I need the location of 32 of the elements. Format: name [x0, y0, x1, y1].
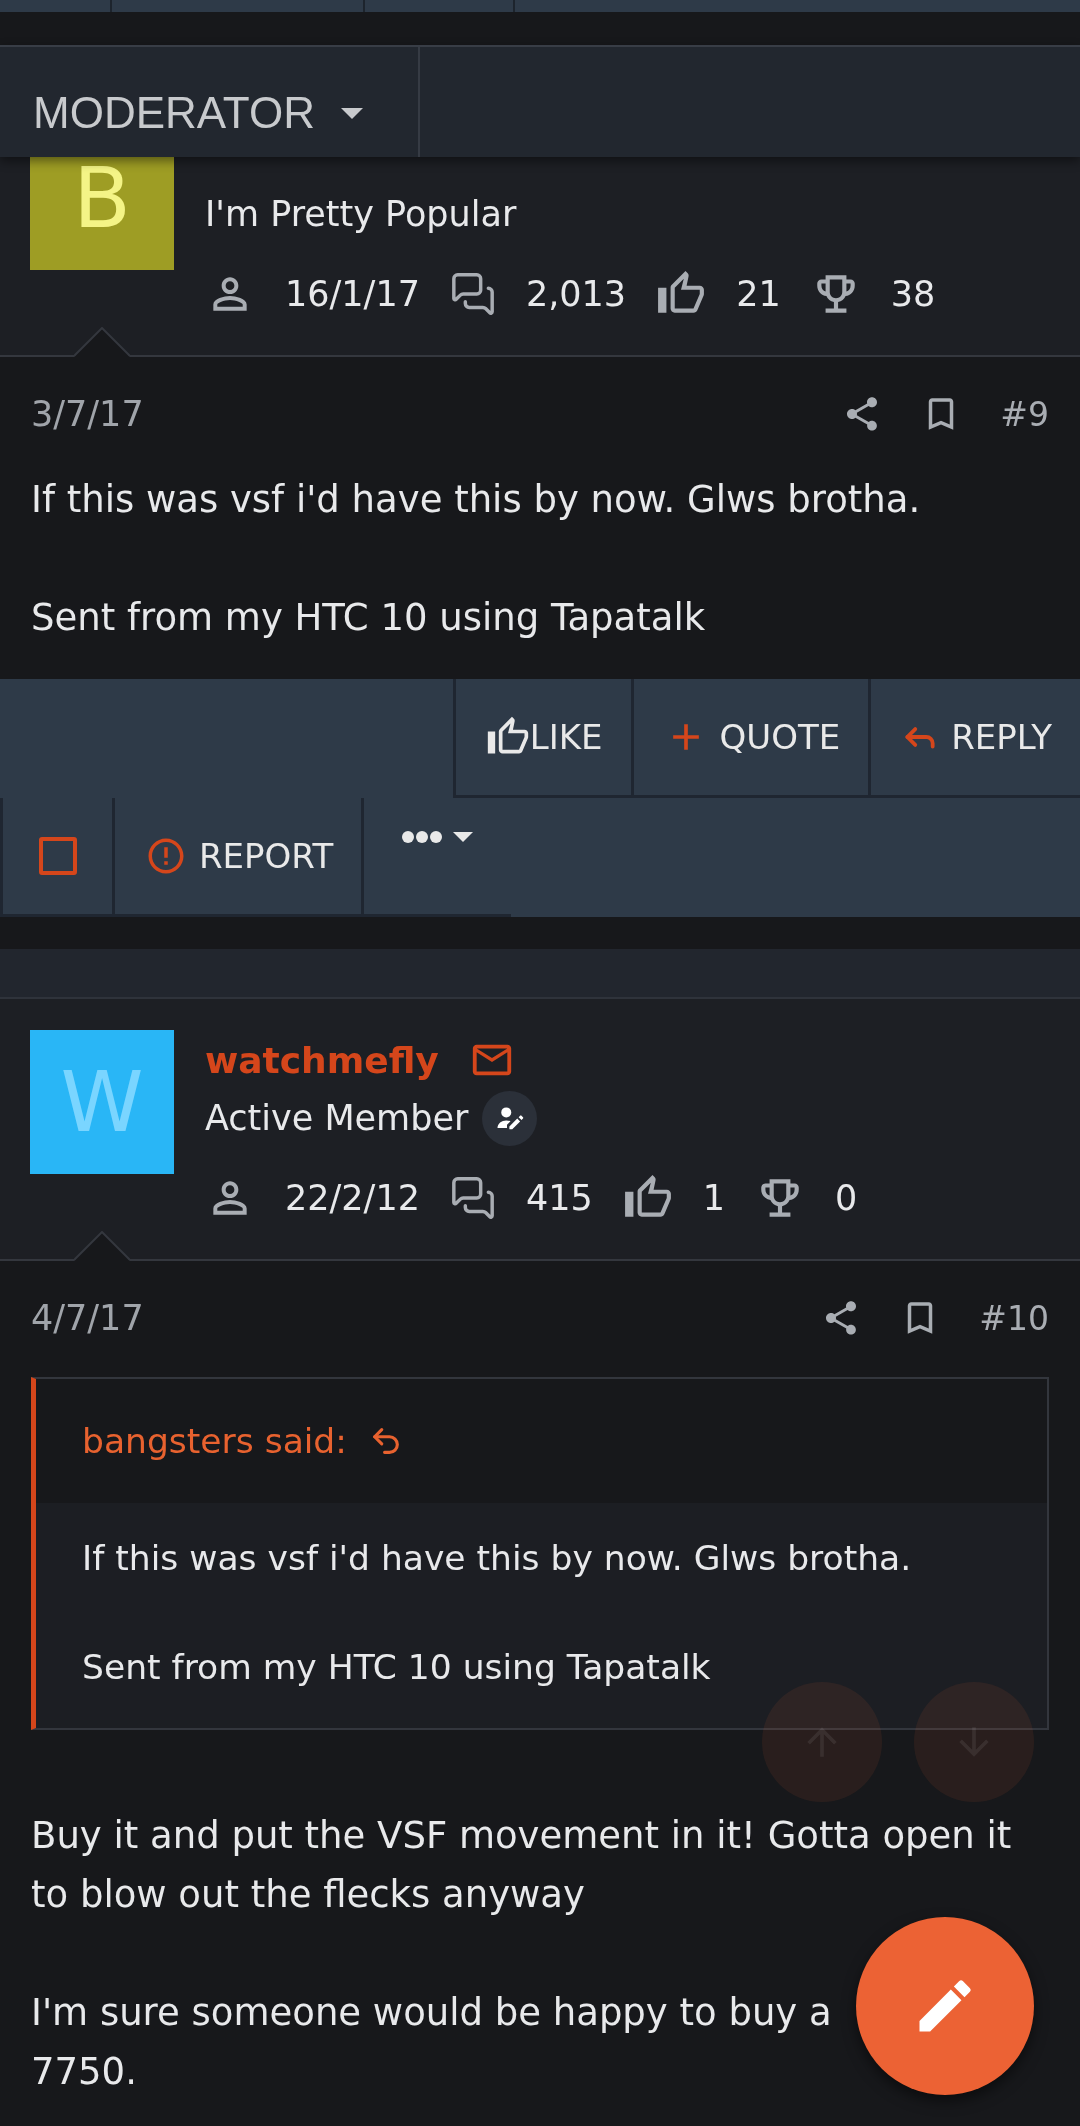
speech-bubbles-icon — [449, 271, 496, 317]
more-icon — [402, 831, 443, 843]
post-date[interactable]: 4/7/17 — [31, 1298, 144, 1338]
username-link[interactable]: watchmefly — [205, 1039, 439, 1081]
select-checkbox[interactable] — [0, 798, 112, 917]
caret-icon — [453, 832, 474, 842]
stat-value: 415 — [525, 1178, 593, 1218]
like-button[interactable]: LIKE — [452, 679, 631, 798]
post-date[interactable]: 3/7/17 — [31, 394, 144, 434]
stat-value: 21 — [736, 274, 781, 314]
speech-bubbles-icon — [449, 1175, 496, 1221]
post-text: Sent from my HTC 10 using Tapatalk — [31, 595, 706, 641]
stat-value: 22/2/12 — [285, 1178, 420, 1218]
quote-text: If this was vsf i'd have this by now. Glws brotha. — [82, 1537, 912, 1580]
quote-button[interactable]: QUOTE — [630, 679, 869, 798]
reply-button[interactable]: REPLY — [868, 679, 1080, 798]
stat-value: 38 — [890, 274, 936, 314]
stat-value: 0 — [835, 1178, 858, 1218]
stat-value: 16/1/17 — [285, 274, 420, 314]
post-text: Buy it and put the VSF movement in it! Gotta open it to blow out the flecks anyway — [31, 1812, 1013, 1918]
user-title: I'm Pretty Popular — [205, 194, 517, 234]
quote-attribution[interactable]: bangsters said: — [82, 1421, 347, 1461]
quote-text: Sent from my HTC 10 using Tapatalk — [82, 1646, 711, 1689]
post-number-link[interactable]: #10 — [979, 1298, 1049, 1338]
stat-value: 2,013 — [525, 274, 627, 314]
post-text: I'm sure someone would be happy to buy a 7750. — [31, 1989, 832, 2095]
user-title: Active Member — [205, 1098, 469, 1138]
post-number-link[interactable]: #9 — [1000, 394, 1049, 434]
report-button[interactable]: REPORT — [112, 798, 362, 917]
stat-value: 1 — [702, 1178, 726, 1218]
caret-icon — [340, 107, 363, 119]
post-text: If this was vsf i'd have this by now. Glws brotha. — [31, 477, 921, 523]
